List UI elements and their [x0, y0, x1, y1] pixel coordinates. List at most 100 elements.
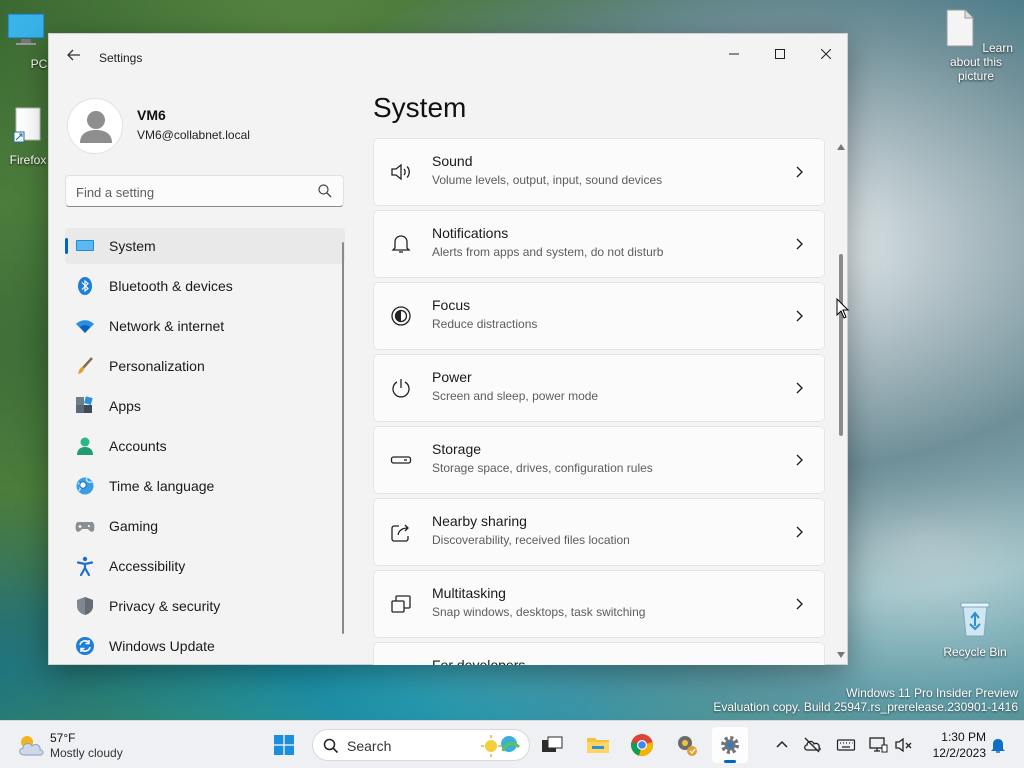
network-monitor-icon[interactable] [868, 735, 888, 755]
minimize-button[interactable] [711, 40, 757, 68]
card-title: Nearby sharing [432, 513, 527, 529]
accessibility-icon [76, 556, 94, 576]
weather-temperature: 57°F [50, 731, 76, 745]
sidebar-item-system[interactable]: System [65, 228, 345, 264]
sidebar-item-label: Windows Update [109, 638, 215, 654]
keyboard-icon[interactable] [836, 735, 856, 755]
settings-card-for-developers[interactable]: For developers [373, 642, 825, 665]
bluetooth-icon [78, 277, 92, 295]
settings-card-power[interactable]: Power Screen and sleep, power mode [373, 354, 825, 422]
chevron-up-icon[interactable] [772, 735, 792, 755]
sidebar-item-personalization[interactable]: Personalization [65, 348, 345, 384]
taskbar-search-label: Search [347, 738, 392, 754]
gear-person-icon [678, 736, 697, 756]
scroll-up-arrow-icon[interactable] [836, 142, 846, 152]
volume-muted-icon[interactable] [894, 735, 914, 755]
apps-grid-icon [76, 396, 93, 413]
taskbar-search[interactable]: Search [312, 729, 530, 761]
sidebar-item-accounts[interactable]: Accounts [65, 428, 345, 464]
sidebar-item-label: Personalization [109, 358, 205, 374]
settings-search-box[interactable] [65, 175, 344, 207]
sidebar-item-label: Network & internet [109, 318, 225, 334]
share-icon [391, 524, 409, 542]
sidebar-item-windows-update[interactable]: Windows Update [65, 628, 345, 664]
sidebar-item-label: Privacy & security [109, 598, 221, 614]
gamepad-icon [75, 522, 95, 532]
search-icon[interactable] [317, 183, 333, 199]
sidebar-item-label: Accessibility [109, 558, 186, 574]
content-scrollbar-thumb[interactable] [839, 254, 843, 436]
file-shortcut-icon [13, 107, 41, 143]
settings-card-sound[interactable]: Sound Volume levels, output, input, soun… [373, 138, 825, 206]
chevron-right-icon [796, 382, 803, 394]
wifi-icon [76, 320, 94, 333]
sidebar-item-apps[interactable]: Apps [65, 388, 345, 424]
active-app-indicator [724, 760, 736, 763]
page-title: System [373, 92, 467, 123]
card-title: Multitasking [432, 585, 506, 601]
mouse-cursor-icon [836, 298, 850, 319]
settings-taskbar-button[interactable] [712, 727, 748, 763]
scroll-down-arrow-icon[interactable] [836, 650, 846, 660]
card-description: Reduce distractions [432, 317, 538, 331]
chevron-right-icon [796, 166, 803, 178]
sidebar-item-privacy[interactable]: Privacy & security [65, 588, 345, 624]
maximize-icon [775, 49, 785, 59]
settings-card-focus[interactable]: Focus Reduce distractions [373, 282, 825, 350]
system-clock[interactable]: 1:30 PM 12/2/2023 [922, 729, 986, 761]
desktop-icon-recycle-bin[interactable]: Recycle Bin [940, 598, 1010, 659]
user-avatar-icon [80, 111, 112, 143]
sidebar-item-gaming[interactable]: Gaming [65, 508, 345, 544]
card-description: Screen and sleep, power mode [432, 389, 599, 403]
sidebar-scrollbar[interactable] [342, 242, 344, 634]
storage-icon [390, 456, 412, 464]
task-view-button[interactable] [534, 727, 570, 763]
chevron-right-icon [796, 238, 803, 250]
start-button[interactable] [266, 727, 302, 763]
chrome-button[interactable] [624, 727, 660, 763]
notification-bell-icon[interactable] [988, 735, 1008, 755]
sidebar-item-time-language[interactable]: Time & language [65, 468, 345, 504]
card-description: Discoverability, received files location [432, 533, 630, 547]
avatar [67, 98, 123, 154]
user-profile[interactable]: VM6 VM6@collabnet.local [65, 96, 345, 156]
app-pinned-button[interactable] [668, 727, 704, 763]
system-display-icon [76, 240, 94, 251]
sidebar-item-bluetooth[interactable]: Bluetooth & devices [65, 268, 345, 304]
back-button[interactable] [63, 48, 85, 68]
bell-icon [391, 235, 411, 253]
cloud-sun-icon [19, 736, 44, 756]
insider-watermark: Windows 11 Pro Insider Preview Evaluatio… [713, 686, 1018, 714]
sidebar-item-accessibility[interactable]: Accessibility [65, 548, 345, 584]
sidebar-item-label: System [109, 238, 156, 254]
settings-card-nearby-sharing[interactable]: Nearby sharing Discoverability, received… [373, 498, 825, 566]
settings-card-storage[interactable]: Storage Storage space, drives, configura… [373, 426, 825, 494]
windows-logo-icon [274, 735, 294, 755]
power-icon [392, 379, 410, 398]
settings-card-multitasking[interactable]: Multitasking Snap windows, desktops, tas… [373, 570, 825, 638]
sidebar-item-network[interactable]: Network & internet [65, 308, 345, 344]
shield-icon [77, 597, 93, 615]
person-icon [77, 437, 93, 455]
settings-card-notifications[interactable]: Notifications Alerts from apps and syste… [373, 210, 825, 278]
sidebar-nav: System Bluetooth & devices Network & int… [65, 228, 345, 668]
card-title: Sound [432, 153, 473, 169]
title-bar[interactable]: Settings [49, 34, 847, 82]
close-button[interactable] [803, 40, 849, 68]
maximize-button[interactable] [757, 40, 803, 68]
folder-icon [587, 738, 609, 753]
weather-widget[interactable]: 57°F Mostly cloudy [14, 729, 164, 761]
desktop-icon-learn-about-picture[interactable]: Learn about this picture [938, 8, 1014, 83]
card-title: Power [432, 369, 472, 385]
sidebar-item-label: Gaming [109, 518, 159, 534]
onedrive-offline-icon[interactable] [802, 735, 822, 755]
card-description: Snap windows, desktops, task switching [432, 605, 646, 619]
card-description: Alerts from apps and system, do not dist… [432, 245, 664, 259]
settings-search-input[interactable] [76, 182, 306, 202]
file-explorer-button[interactable] [580, 727, 616, 763]
sidebar-item-label: Time & language [109, 478, 215, 494]
card-title: Storage [432, 441, 482, 457]
app-title: Settings [99, 51, 143, 65]
sidebar-item-label: Accounts [109, 438, 167, 454]
sidebar-item-label: Bluetooth & devices [109, 278, 233, 294]
